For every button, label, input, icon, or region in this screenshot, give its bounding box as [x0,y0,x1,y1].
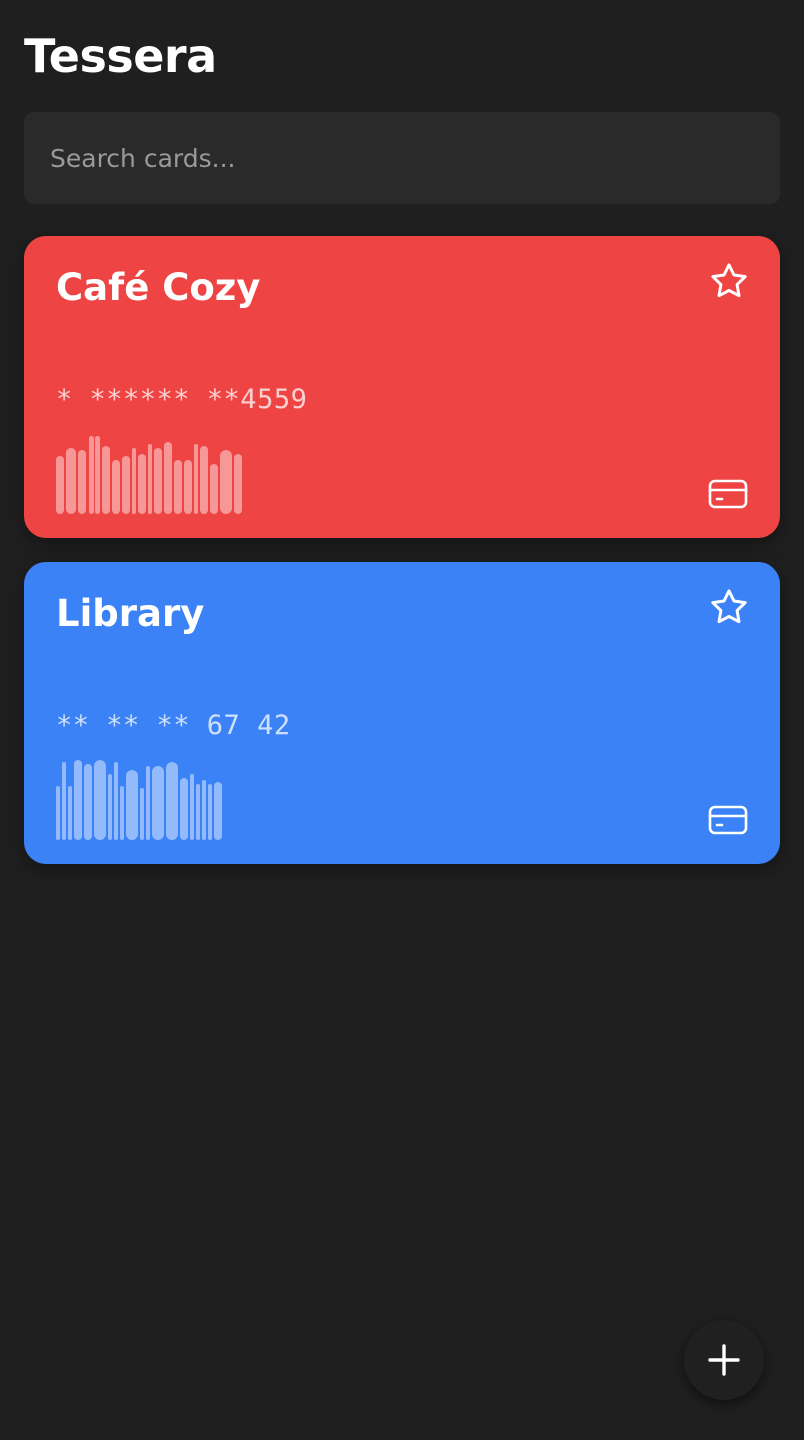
card-number: * ****** **4559 [56,384,308,415]
credit-card-icon [708,804,748,836]
plus-icon [708,1344,740,1376]
star-icon[interactable] [708,260,750,302]
card-name: Café Cozy [56,266,261,309]
barcode [56,436,242,514]
barcode [56,760,222,840]
app-title: Tessera [24,29,217,83]
loyalty-card[interactable]: Library ** ** ** 67 42 [24,562,780,864]
card-number: ** ** ** 67 42 [56,710,291,741]
search-input[interactable] [50,112,750,204]
credit-card-icon [708,478,748,510]
card-name: Library [56,592,205,635]
star-icon[interactable] [708,586,750,628]
add-card-button[interactable] [684,1320,764,1400]
search-bar[interactable] [24,112,780,204]
loyalty-card[interactable]: Café Cozy * ****** **4559 [24,236,780,538]
